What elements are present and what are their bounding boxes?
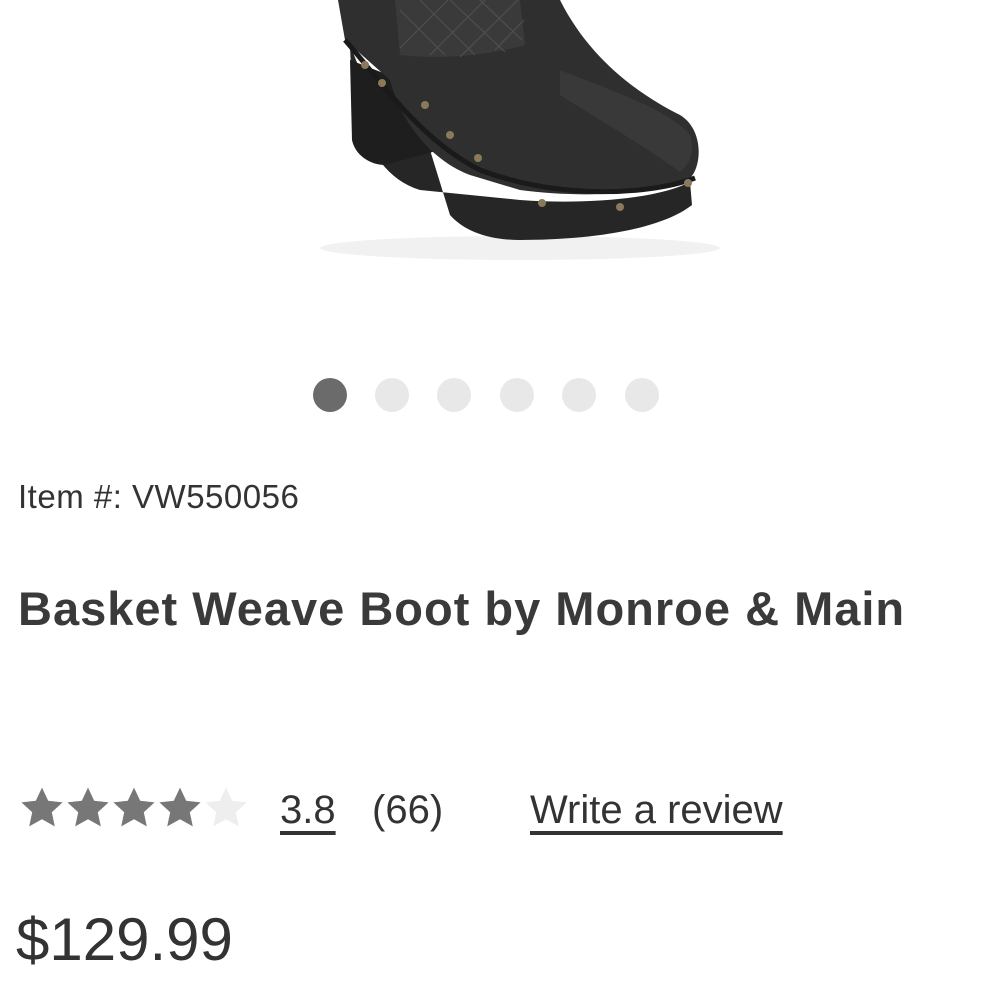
carousel-dot-4[interactable]	[500, 378, 534, 412]
boot-illustration	[320, 0, 720, 260]
item-number-label: Item #:	[18, 478, 123, 515]
product-title: Basket Weave Boot by Monroe & Main	[18, 582, 906, 635]
star-filled-icon	[21, 787, 63, 827]
star-empty-icon	[205, 787, 247, 827]
item-number-value: VW550056	[132, 478, 300, 515]
star-filled-icon	[159, 787, 201, 827]
carousel-dot-2[interactable]	[375, 378, 409, 412]
star-filled-icon	[67, 787, 109, 827]
product-image[interactable]	[0, 0, 1000, 350]
carousel-dot-6[interactable]	[625, 378, 659, 412]
carousel-dot-3[interactable]	[437, 378, 471, 412]
write-review-link[interactable]: Write a review	[530, 782, 783, 838]
image-carousel-dots	[0, 378, 1000, 412]
item-number: Item #: VW550056	[18, 478, 299, 516]
product-price: $129.99	[16, 906, 233, 973]
star-filled-icon	[113, 787, 155, 827]
rating-row: 3.8 (66) Write a review	[18, 782, 978, 838]
carousel-dot-1[interactable]	[313, 378, 347, 412]
review-count: (66)	[372, 788, 444, 832]
carousel-dot-5[interactable]	[562, 378, 596, 412]
rating-value-link[interactable]: 3.8	[280, 782, 336, 838]
